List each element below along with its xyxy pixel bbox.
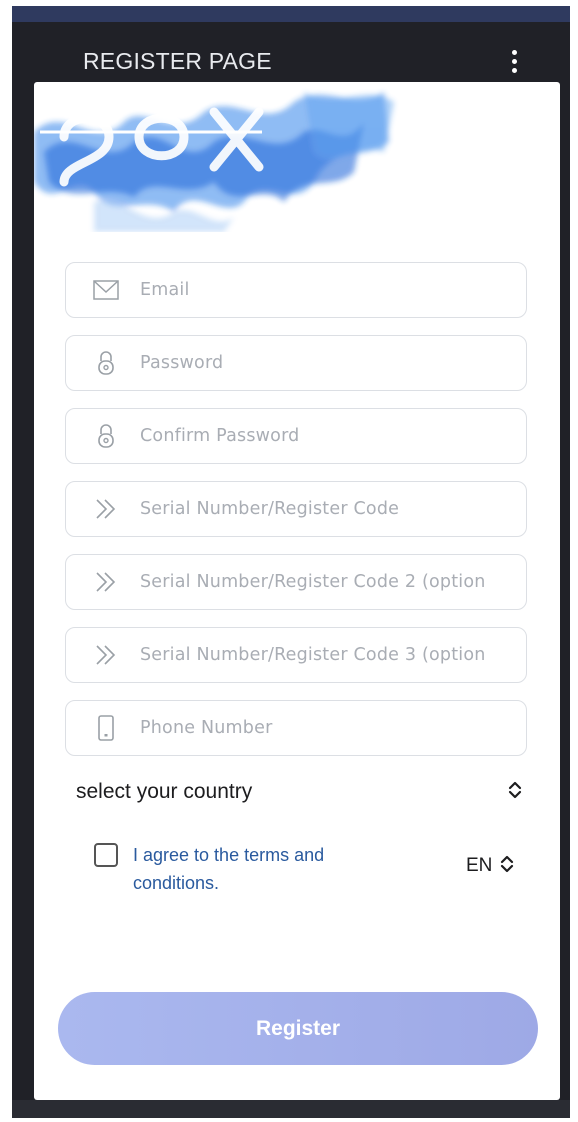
terms-row: I agree to the terms and conditions. EN <box>94 841 534 901</box>
lock-icon <box>92 422 120 450</box>
phone-icon <box>92 714 120 742</box>
confirm-password-input[interactable] <box>140 426 490 446</box>
serial-code-2-field[interactable] <box>65 554 527 610</box>
country-select-label: select your country <box>76 780 253 803</box>
password-field[interactable] <box>65 335 527 391</box>
double-chevron-icon <box>92 568 120 596</box>
terms-checkbox[interactable] <box>94 843 118 867</box>
serial-code-3-input[interactable] <box>140 645 490 665</box>
chevron-updown-icon <box>500 855 514 877</box>
confirm-password-field[interactable] <box>65 408 527 464</box>
register-card <box>34 82 560 1100</box>
language-code: EN <box>466 855 493 876</box>
language-select[interactable]: EN <box>466 855 514 877</box>
terms-label[interactable]: I agree to the terms and conditions. <box>133 841 393 897</box>
serial-code-2-input[interactable] <box>140 572 490 592</box>
serial-code-input[interactable] <box>140 499 490 519</box>
kebab-menu-icon[interactable] <box>502 44 526 78</box>
register-button[interactable]: Register <box>58 992 538 1065</box>
double-chevron-icon <box>92 641 120 669</box>
brand-logo <box>34 92 394 232</box>
email-field[interactable] <box>65 262 527 318</box>
phone-input[interactable] <box>140 718 490 738</box>
bottom-bar <box>12 1100 570 1118</box>
status-strip <box>12 6 570 22</box>
chevron-updown-icon <box>508 781 522 803</box>
page-title: REGISTER PAGE <box>83 48 272 74</box>
email-input[interactable] <box>140 280 490 300</box>
phone-field[interactable] <box>65 700 527 756</box>
serial-code-field[interactable] <box>65 481 527 537</box>
country-select[interactable]: select your country <box>76 777 522 807</box>
mail-icon <box>92 276 120 304</box>
serial-code-3-field[interactable] <box>65 627 527 683</box>
password-input[interactable] <box>140 353 490 373</box>
double-chevron-icon <box>92 495 120 523</box>
lock-icon <box>92 349 120 377</box>
